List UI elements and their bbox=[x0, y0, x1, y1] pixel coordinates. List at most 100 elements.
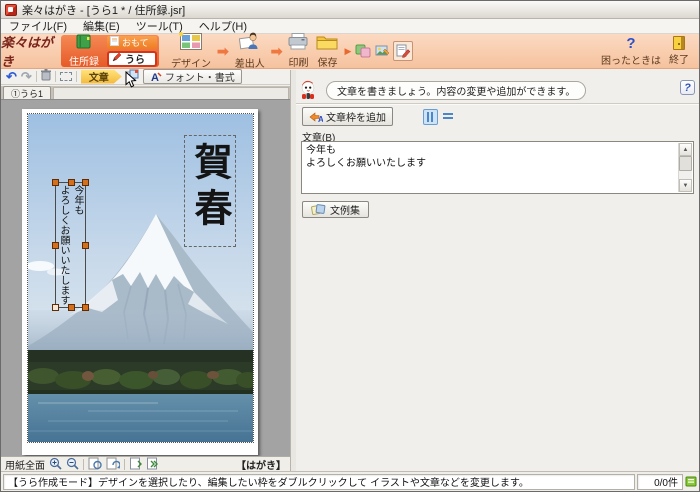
text-edit-icon bbox=[395, 44, 411, 58]
guide-panel: 文章を書きましょう。内容の変更や追加ができます。 ? A 文章枠を追加 文章(B… bbox=[296, 70, 700, 473]
resize-handle-nw[interactable] bbox=[52, 179, 59, 186]
menu-bar: ファイル(F) 編集(E) ツール(T) ヘルプ(H) bbox=[1, 19, 699, 34]
paper-type-label: 【はがき】 bbox=[236, 457, 286, 472]
tab-strip-filler bbox=[53, 87, 289, 99]
title-bar: 楽々はがき - [うら1 * / 住所録.jsr] bbox=[1, 1, 699, 19]
undo-button[interactable]: ↶ bbox=[6, 70, 17, 83]
trash-icon bbox=[41, 69, 51, 81]
back-pen-icon bbox=[112, 52, 122, 65]
resize-handle-sw[interactable] bbox=[52, 304, 59, 311]
print-button[interactable]: 印刷 bbox=[284, 34, 312, 68]
resize-handle-w[interactable] bbox=[52, 242, 59, 249]
fit-page-icon bbox=[88, 457, 102, 470]
panel-separator bbox=[296, 103, 700, 105]
address-book-button[interactable]: 住所録 bbox=[63, 34, 105, 68]
frame-order-button[interactable] bbox=[126, 69, 139, 85]
zoom-out-icon bbox=[66, 457, 79, 470]
app-icon bbox=[5, 4, 17, 16]
app-logo: 楽々はがき bbox=[1, 34, 59, 68]
full-view-label: 用紙全面 bbox=[5, 457, 45, 472]
status-bar: 【うら作成モード】デザインを選択したり、編集したい枠をダブルクリックして イラス… bbox=[1, 471, 699, 491]
vertical-text-toggle-selected[interactable] bbox=[423, 109, 438, 125]
exit-button[interactable]: 終了 bbox=[665, 34, 693, 68]
message-text-frame-selected[interactable]: 今年も よろしくお願いいたします bbox=[55, 182, 86, 308]
add-frame-icon: A bbox=[309, 111, 323, 123]
vertical-text-icon bbox=[427, 112, 435, 122]
save-button[interactable]: 保存 bbox=[312, 34, 342, 68]
design-button[interactable]: デザイン bbox=[167, 34, 215, 68]
delete-button[interactable] bbox=[41, 69, 51, 84]
save-folder-icon bbox=[316, 34, 338, 53]
record-count: 0/0件 bbox=[637, 474, 683, 490]
postcard[interactable]: 賀春 今年も よろしくお願いいたします bbox=[22, 109, 258, 455]
resize-handle-ne[interactable] bbox=[82, 179, 89, 186]
front-side-button[interactable]: おもて bbox=[107, 36, 157, 49]
print-icon bbox=[288, 33, 308, 53]
zoom-in-icon bbox=[49, 457, 62, 470]
design-icon bbox=[179, 32, 203, 54]
frame-order-icon bbox=[126, 69, 139, 82]
layers-tool-button[interactable] bbox=[353, 41, 373, 61]
sample-cards-icon bbox=[311, 203, 326, 216]
resize-handle-s[interactable] bbox=[68, 304, 75, 311]
flow-arrow-icon: ➡ bbox=[215, 43, 231, 60]
face-toggle: おもて うら bbox=[107, 36, 157, 67]
font-format-button[interactable]: A フォント・書式 bbox=[143, 69, 242, 84]
illustration-icon bbox=[375, 44, 391, 58]
horizontal-text-icon bbox=[443, 113, 453, 121]
font-a-icon: A bbox=[150, 71, 162, 83]
svg-text:A: A bbox=[318, 115, 323, 123]
front-page-icon bbox=[110, 36, 119, 48]
exit-door-icon bbox=[673, 36, 685, 50]
frame-actions-row: A 文章枠を追加 bbox=[302, 107, 455, 126]
resize-handle-se[interactable] bbox=[82, 304, 89, 311]
main-toolbar: 楽々はがき 住所録 おもて うら bbox=[1, 34, 699, 69]
prev-page-icon bbox=[129, 457, 142, 470]
question-icon: ? bbox=[626, 36, 635, 51]
page-tab-strip: ①うら1 bbox=[1, 86, 290, 99]
text-tool-button-active[interactable] bbox=[393, 41, 413, 61]
back-side-button-selected[interactable]: うら bbox=[107, 51, 157, 67]
address-face-group: 住所録 おもて うら bbox=[61, 35, 159, 67]
text-editor-box: 今年も よろしくお願いいたします ▲ ▼ bbox=[301, 141, 694, 194]
illustration-tool-button[interactable] bbox=[373, 41, 393, 61]
textarea-scrollbar[interactable]: ▲ ▼ bbox=[678, 143, 692, 192]
greeting-text-frame[interactable]: 賀春 bbox=[184, 135, 236, 247]
greeting-text: 賀春 bbox=[185, 136, 235, 246]
select-frame-button[interactable] bbox=[60, 72, 72, 81]
guide-bubble: 文章を書きましょう。内容の変更や追加ができます。 bbox=[326, 81, 586, 100]
design-canvas: 賀春 今年も よろしくお願いいたします bbox=[1, 99, 290, 456]
mascot-icon bbox=[300, 79, 320, 101]
next-page-icon bbox=[146, 457, 159, 470]
scroll-down-button[interactable]: ▼ bbox=[679, 179, 692, 192]
scroll-up-button[interactable]: ▲ bbox=[679, 143, 692, 156]
resize-handle-n[interactable] bbox=[68, 179, 75, 186]
resize-handle-e[interactable] bbox=[82, 242, 89, 249]
add-text-frame-button[interactable]: A 文章枠を追加 bbox=[302, 107, 393, 126]
edit-toolbar: ↶ ↷ 文章 A フォント・書式 bbox=[1, 69, 290, 85]
status-message: 【うら作成モード】デザインを選択したり、編集したい枠をダブルクリックして イラス… bbox=[3, 474, 635, 490]
sample-phrases-button[interactable]: 文例集 bbox=[302, 201, 369, 218]
address-count-icon bbox=[685, 476, 697, 487]
app-window: 楽々はがき - [うら1 * / 住所録.jsr] ファイル(F) 編集(E) … bbox=[0, 0, 700, 492]
panel-help-button[interactable]: ? bbox=[680, 80, 695, 95]
text-mode-tab[interactable]: 文章 bbox=[81, 70, 122, 84]
sender-icon bbox=[239, 32, 260, 54]
menu-edit[interactable]: 編集(E) bbox=[75, 18, 128, 34]
horizontal-text-toggle[interactable] bbox=[440, 109, 455, 125]
help-button[interactable]: ? 困ったときは bbox=[597, 34, 665, 68]
scroll-thumb[interactable] bbox=[679, 156, 692, 171]
address-book-icon bbox=[75, 34, 93, 52]
layers-icon bbox=[355, 44, 371, 58]
more-arrow-icon: ▶ bbox=[342, 46, 353, 57]
view-toolbar: 用紙全面 【はがき】 bbox=[1, 456, 290, 472]
redo-button[interactable]: ↷ bbox=[21, 70, 32, 83]
flow-arrow-icon: ➡ bbox=[269, 43, 285, 60]
page-tab-back1[interactable]: ①うら1 bbox=[3, 86, 51, 99]
sender-button[interactable]: 差出人 bbox=[231, 34, 269, 68]
message-text: 今年も よろしくお願いいたします bbox=[56, 183, 84, 307]
orientation-toggles bbox=[423, 109, 455, 125]
fit-width-icon bbox=[106, 457, 120, 470]
window-title: 楽々はがき - [うら1 * / 住所録.jsr] bbox=[22, 2, 185, 18]
message-textarea[interactable]: 今年も よろしくお願いいたします bbox=[303, 143, 677, 192]
